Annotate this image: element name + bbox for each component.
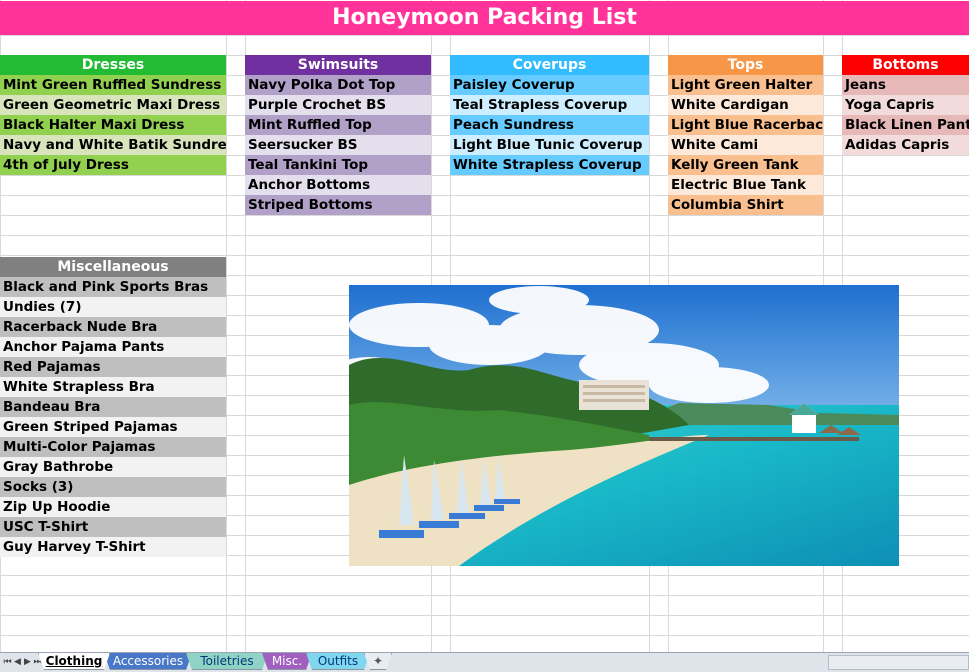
tops-header[interactable]: Tops (668, 55, 823, 75)
list-item[interactable]: Navy and White Batik Sundress (0, 135, 226, 155)
list-item[interactable]: Red Pajamas (0, 357, 226, 377)
tab-toiletries[interactable]: Toiletries (186, 653, 268, 670)
list-item[interactable]: Light Blue Tunic Coverup (450, 135, 649, 155)
beach-resort-photo[interactable] (349, 285, 899, 566)
list-item[interactable]: Peach Sundress (450, 115, 649, 135)
list-item[interactable]: Black Linen Pants (842, 115, 969, 135)
list-item[interactable]: White Strapless Bra (0, 377, 226, 397)
sheet-title[interactable]: Honeymoon Packing List (0, 1, 969, 35)
list-item[interactable]: Gray Bathrobe (0, 457, 226, 477)
insert-sheet-icon[interactable]: ✦ (364, 653, 392, 670)
list-item[interactable]: Multi-Color Pajamas (0, 437, 226, 457)
list-item[interactable]: Paisley Coverup (450, 75, 649, 95)
tab-misc[interactable]: Misc. (262, 653, 312, 670)
list-item[interactable]: Electric Blue Tank (668, 175, 823, 195)
list-item[interactable]: Striped Bottoms (245, 195, 431, 215)
list-item[interactable]: Socks (3) (0, 477, 226, 497)
list-item[interactable]: Mint Green Ruffled Sundress (0, 75, 226, 95)
swimsuits-column: Swimsuits Navy Polka Dot Top Purple Croc… (245, 55, 431, 215)
list-item[interactable]: Light Blue Racerback (668, 115, 823, 135)
list-item[interactable]: Black Halter Maxi Dress (0, 115, 226, 135)
list-item[interactable]: 4th of July Dress (0, 155, 226, 175)
sheet-tab-bar: ⏮ ◀ ▶ ⏭ Accessories Toiletries Misc. Out… (0, 652, 969, 672)
list-item[interactable]: Bandeau Bra (0, 397, 226, 417)
bottoms-column: Bottoms Jeans Yoga Capris Black Linen Pa… (842, 55, 969, 155)
list-item[interactable]: Zip Up Hoodie (0, 497, 226, 517)
list-item[interactable]: Guy Harvey T-Shirt (0, 537, 226, 557)
list-item[interactable]: Green Striped Pajamas (0, 417, 226, 437)
list-item[interactable]: Anchor Bottoms (245, 175, 431, 195)
first-sheet-arrow-icon[interactable]: ⏮ (3, 656, 12, 668)
next-sheet-arrow-icon[interactable]: ▶ (23, 656, 32, 668)
list-item[interactable]: Mint Ruffled Top (245, 115, 431, 135)
bottoms-header[interactable]: Bottoms (842, 55, 969, 75)
list-item[interactable]: Teal Strapless Coverup (450, 95, 649, 115)
list-item[interactable]: Seersucker BS (245, 135, 431, 155)
list-item[interactable]: White Strapless Coverup (450, 155, 649, 175)
tab-clothing[interactable]: Clothing (38, 653, 110, 670)
coverups-column: Coverups Paisley Coverup Teal Strapless … (450, 55, 649, 175)
list-item[interactable]: Anchor Pajama Pants (0, 337, 226, 357)
tab-outfits[interactable]: Outfits (306, 653, 370, 670)
tops-column: Tops Light Green Halter White Cardigan L… (668, 55, 823, 215)
column-divider (226, 0, 227, 652)
list-item[interactable]: White Cardigan (668, 95, 823, 115)
list-item[interactable]: Racerback Nude Bra (0, 317, 226, 337)
list-item[interactable]: Columbia Shirt (668, 195, 823, 215)
misc-column: Miscellaneous Black and Pink Sports Bras… (0, 257, 226, 557)
list-item[interactable]: White Cami (668, 135, 823, 155)
list-item[interactable]: Undies (7) (0, 297, 226, 317)
dresses-column: Dresses Mint Green Ruffled Sundress Gree… (0, 55, 226, 175)
list-item[interactable]: Light Green Halter (668, 75, 823, 95)
list-item[interactable]: Black and Pink Sports Bras (0, 277, 226, 297)
list-item[interactable]: Adidas Capris (842, 135, 969, 155)
list-item[interactable]: Jeans (842, 75, 969, 95)
list-item[interactable]: Navy Polka Dot Top (245, 75, 431, 95)
swimsuits-header[interactable]: Swimsuits (245, 55, 431, 75)
dresses-header[interactable]: Dresses (0, 55, 226, 75)
tab-accessories[interactable]: Accessories (104, 653, 192, 670)
horizontal-scrollbar[interactable] (828, 655, 969, 670)
list-item[interactable]: Green Geometric Maxi Dress (0, 95, 226, 115)
list-item[interactable]: Teal Tankini Top (245, 155, 431, 175)
list-item[interactable]: Yoga Capris (842, 95, 969, 115)
coverups-header[interactable]: Coverups (450, 55, 649, 75)
misc-header[interactable]: Miscellaneous (0, 257, 226, 277)
list-item[interactable]: Kelly Green Tank (668, 155, 823, 175)
list-item[interactable]: USC T-Shirt (0, 517, 226, 537)
prev-sheet-arrow-icon[interactable]: ◀ (13, 656, 22, 668)
list-item[interactable]: Purple Crochet BS (245, 95, 431, 115)
